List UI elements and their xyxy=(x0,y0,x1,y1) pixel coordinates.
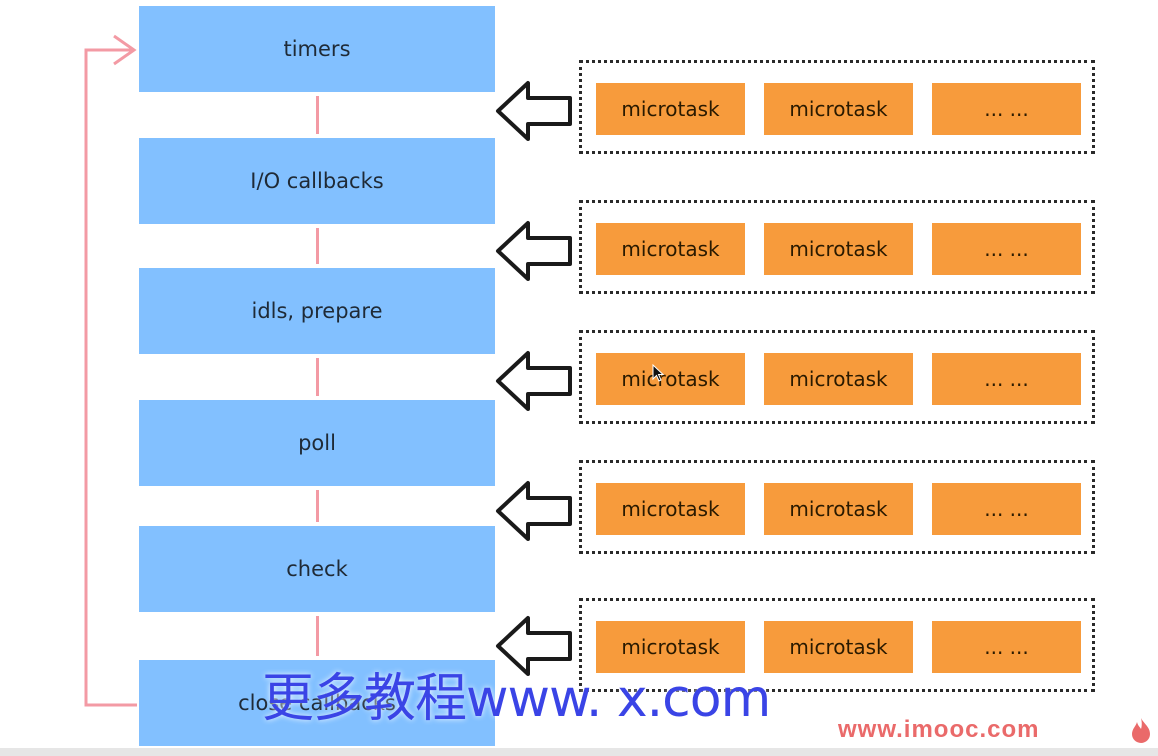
microtask-box: microtask xyxy=(764,83,913,135)
loop-back-arrow xyxy=(84,34,137,707)
phase-label: timers xyxy=(283,37,351,61)
microtask-box: microtask xyxy=(596,483,745,535)
microtask-ellipsis-box: ... ... xyxy=(932,223,1081,275)
phase-label: idls, prepare xyxy=(251,299,383,323)
microtask-queue: microtask microtask ... ... xyxy=(579,200,1095,294)
microtask-ellipsis-box: ... ... xyxy=(932,353,1081,405)
phase-connector xyxy=(316,616,319,656)
microtask-box: microtask xyxy=(596,353,745,405)
phase-poll: poll xyxy=(139,400,495,486)
microtask-box: microtask xyxy=(596,223,745,275)
phase-connector xyxy=(316,358,319,396)
phase-timers: timers xyxy=(139,6,495,92)
microtask-ellipsis-box: ... ... xyxy=(932,83,1081,135)
left-arrow-icon xyxy=(496,351,572,411)
mouse-cursor-icon xyxy=(652,364,664,382)
microtask-queue: microtask microtask ... ... xyxy=(579,60,1095,154)
microtask-box: microtask xyxy=(764,353,913,405)
left-arrow-icon xyxy=(496,481,572,541)
bottom-bar xyxy=(0,748,1158,756)
phase-io-callbacks: I/O callbacks xyxy=(139,138,495,224)
microtask-box: microtask xyxy=(764,621,913,673)
phase-connector xyxy=(316,490,319,522)
phase-idle-prepare: idls, prepare xyxy=(139,268,495,354)
watermark-promo-text: 更多教程www. x.com xyxy=(262,669,771,729)
microtask-ellipsis-box: ... ... xyxy=(932,621,1081,673)
microtask-ellipsis-box: ... ... xyxy=(932,483,1081,535)
left-arrow-icon xyxy=(496,81,572,141)
phase-label: poll xyxy=(298,431,336,455)
microtask-box: microtask xyxy=(764,483,913,535)
flame-logo-icon xyxy=(1132,718,1150,743)
phase-connector xyxy=(316,96,319,134)
watermark-site-text: www.imooc.com xyxy=(838,716,1040,743)
phase-check: check xyxy=(139,526,495,612)
microtask-box: microtask xyxy=(596,83,745,135)
microtask-queue: microtask microtask ... ... xyxy=(579,460,1095,554)
left-arrow-icon xyxy=(496,221,572,281)
microtask-box: microtask xyxy=(764,223,913,275)
phase-label: I/O callbacks xyxy=(250,169,384,193)
phase-label: check xyxy=(286,557,348,581)
phase-connector xyxy=(316,228,319,264)
